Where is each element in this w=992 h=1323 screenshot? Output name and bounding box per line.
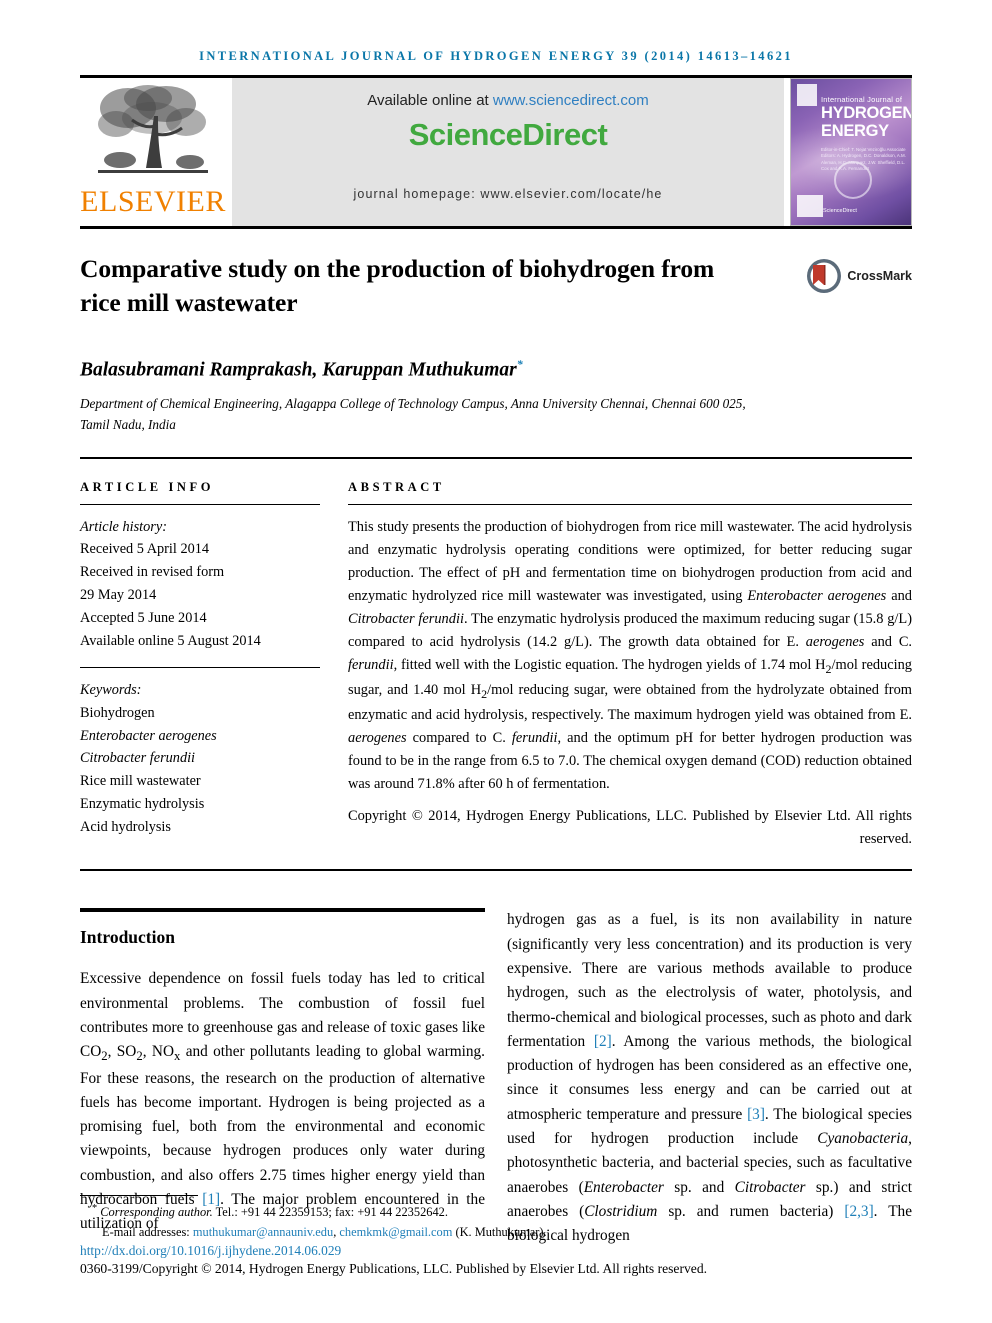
keyword-item: Enterobacter aerogenes [80,727,217,744]
elsevier-wordmark: ELSEVIER [80,185,226,218]
citation-link[interactable]: [2] [594,1033,612,1050]
corresponding-author-note: * Corresponding author. Tel.: +91 44 223… [80,1201,912,1222]
cover-sciencedirect-logo: ScienceDirect [823,207,857,214]
authors-line: Balasubramani Ramprakash, Karuppan Muthu… [80,357,912,382]
email-link-secondary[interactable]: chemkmk@gmail.com [339,1225,452,1239]
article-info-rule [80,503,320,505]
doi-link[interactable]: http://dx.doi.org/10.1016/j.ijhydene.201… [80,1243,912,1259]
keywords-rule [80,666,320,668]
article-info-heading: Article info [80,479,215,494]
issn-copyright-line: 0360-3199/Copyright © 2014, Hydrogen Ene… [80,1261,708,1276]
crossmark-label: CrossMark [847,269,912,283]
keyword-item: Rice mill wastewater [80,773,201,790]
authors-names: Balasubramani Ramprakash, Karuppan Muthu… [80,359,517,381]
introduction-heading: Introduction [80,927,175,948]
affiliation: Department of Chemical Engineering, Alag… [80,395,746,433]
sciencedirect-banner: Available online at www.sciencedirect.co… [232,78,784,226]
crossmark-icon [807,259,842,293]
abstract-copyright: Copyright © 2014, Hydrogen Energy Public… [348,808,912,848]
rule-after-authors [80,456,912,459]
email-owner: (K. Muthukumar). [455,1224,547,1239]
cover-title-line2: HYDROGEN [821,104,912,122]
keyword-item: Enzymatic hydrolysis [80,796,205,813]
article-history: Article history: Received 5 April 2014 R… [80,516,320,653]
introduction-rule [80,908,485,913]
article-history-item: Received 5 April 2014 [80,541,210,558]
abstract-heading: Abstract [348,479,445,494]
article-history-heading: Article history: [80,518,167,535]
rule-after-abstract [80,869,912,872]
corresponding-author-contact: Tel.: +91 44 22359153; fax: +91 44 22352… [212,1205,448,1220]
corresponding-author-label: Corresponding author. [100,1205,213,1220]
cover-society-badge [797,195,823,217]
article-history-item: Accepted 5 June 2014 [80,610,207,627]
cover-title-line1: International Journal of [821,95,903,104]
article-history-item: Available online 5 August 2014 [80,632,261,649]
corresponding-marker: * [92,1203,98,1215]
abstract-column: Abstract This study presents the product… [348,480,912,852]
article-info-column: Article info Article history: Received 5… [80,480,320,852]
journal-cover-image: International Journal of HYDROGEN ENERGY… [790,78,912,226]
keywords-heading: Keywords: [80,681,142,698]
email-note: E-mail addresses: muthukumar@annauniv.ed… [102,1224,547,1239]
keyword-item: Acid hydrolysis [80,819,171,836]
masthead: ELSEVIER Available online at www.science… [80,78,912,226]
available-online-label: Available online at [367,92,493,109]
info-abstract-section: Article info Article history: Received 5… [80,480,912,852]
keyword-item: Citrobacter ferundii [80,750,196,767]
email-addresses-label: E-mail addresses: [102,1224,190,1239]
sciencedirect-logo[interactable]: ScienceDirect [409,117,608,153]
crossmark-badge[interactable]: CrossMark [806,252,912,294]
cover-publisher-badge [797,84,817,106]
available-online-text: Available online at www.sciencedirect.co… [367,92,649,109]
paper-page: International Journal of Hydrogen Energy… [0,0,992,1323]
corresponding-author-marker[interactable]: * [517,357,523,371]
journal-homepage-link[interactable]: journal homepage: www.elsevier.com/locat… [354,187,663,201]
keyword-item: Biohydrogen [80,704,155,721]
keywords-list: Keywords: Biohydrogen Enterobacter aerog… [80,679,320,839]
running-head: International Journal of Hydrogen Energy… [199,49,793,63]
article-history-item: Received in revised form [80,564,225,581]
email-link-primary[interactable]: muthukumar@annauniv.edu [193,1225,333,1239]
sciencedirect-url-link[interactable]: www.sciencedirect.com [493,92,649,109]
page-title: Comparative study on the production of b… [80,254,715,318]
article-history-item: 29 May 2014 [80,587,157,604]
elsevier-logo: ELSEVIER [80,78,226,226]
footnote-rule [80,1195,198,1197]
cover-editors: Editor-in-Chief: T. Nejat Veziroğlu Asso… [821,146,906,172]
title-block: Comparative study on the production of b… [80,229,912,320]
abstract-rule [348,503,912,505]
footnote-block: * Corresponding author. Tel.: +91 44 223… [80,1195,912,1277]
column-gap [320,480,348,852]
cover-title-block: International Journal of HYDROGEN ENERGY… [821,95,912,173]
abstract-text: This study presents the production of bi… [348,518,913,793]
citation-link[interactable]: [3] [747,1106,765,1123]
cover-title-line3: ENERGY [821,121,889,140]
elsevier-tree-icon [94,82,212,186]
